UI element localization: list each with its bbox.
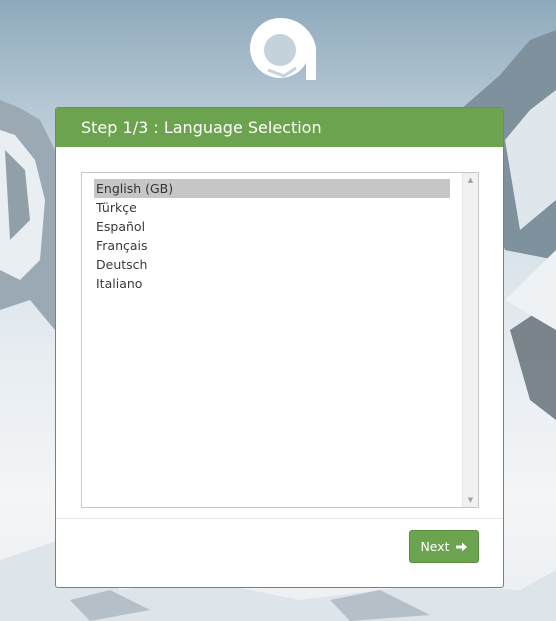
page-title: Step 1/3 : Language Selection	[81, 118, 322, 137]
language-list: English (GB) Türkçe Español Français Deu…	[94, 179, 450, 293]
brand-logo	[250, 17, 316, 81]
language-option-francais[interactable]: Français	[94, 236, 450, 255]
language-option-turkce[interactable]: Türkçe	[94, 198, 450, 217]
next-button-label: Next	[420, 539, 450, 554]
language-selection-panel: Step 1/3 : Language Selection English (G…	[55, 107, 504, 588]
language-option-english-gb[interactable]: English (GB)	[94, 179, 450, 198]
scroll-up-icon[interactable]: ▲	[463, 173, 478, 187]
arrow-right-icon	[455, 542, 467, 551]
language-option-italiano[interactable]: Italiano	[94, 274, 450, 293]
listbox-scrollbar[interactable]: ▲ ▼	[462, 173, 478, 507]
panel-body: English (GB) Türkçe Español Français Deu…	[56, 147, 503, 519]
scroll-down-icon[interactable]: ▼	[463, 493, 478, 507]
language-option-espanol[interactable]: Español	[94, 217, 450, 236]
language-option-deutsch[interactable]: Deutsch	[94, 255, 450, 274]
panel-header: Step 1/3 : Language Selection	[56, 108, 503, 147]
language-listbox[interactable]: English (GB) Türkçe Español Français Deu…	[81, 172, 479, 508]
next-button[interactable]: Next	[409, 530, 479, 563]
panel-footer: Next	[56, 519, 503, 587]
